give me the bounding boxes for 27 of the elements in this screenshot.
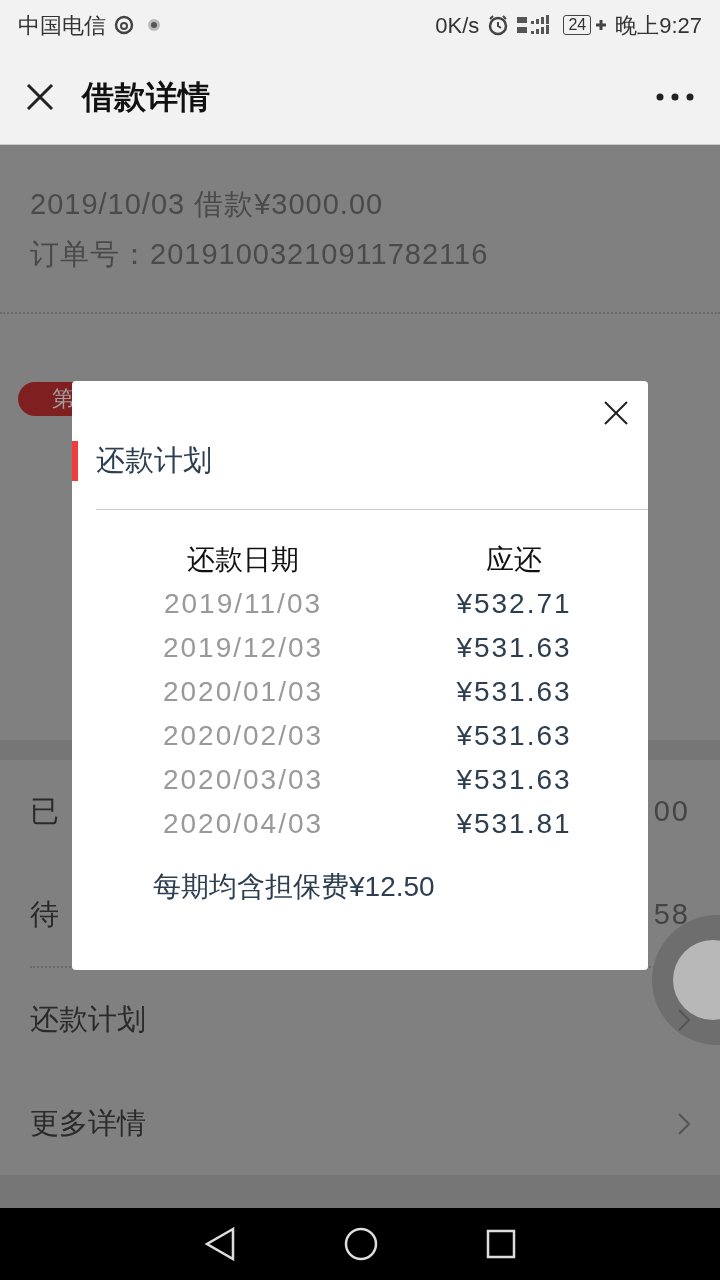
clock-time: 晚上9:27 — [615, 11, 702, 40]
fee-note: 每期均含担保费¥12.50 — [153, 871, 435, 902]
date-cell-text: 2020/03/03 — [161, 763, 325, 797]
list-link[interactable]: 还款计划 — [30, 968, 690, 1072]
carrier-name: 中国电信 — [18, 11, 106, 40]
date-cell-text: 2020/04/03 — [161, 807, 325, 841]
page-title: 借款详情 — [82, 78, 210, 117]
amount-cell-text: ¥531.63 — [455, 719, 573, 753]
amount-cell-text: ¥531.63 — [455, 763, 573, 797]
amount-cell-text: ¥531.81 — [455, 807, 573, 841]
row-label: 待 — [30, 897, 59, 933]
battery-level: 24 — [563, 15, 592, 35]
amount-cell-text: ¥531.63 — [455, 631, 573, 665]
column-header: 应还 — [485, 543, 543, 577]
date-cell-text: 2020/02/03 — [161, 719, 325, 753]
date-cell-text: 2020/01/03 — [161, 675, 325, 709]
network-speed: 0K/s — [435, 11, 480, 40]
date-cell-text: 2019/11/03 — [162, 587, 324, 621]
row-value: 00 — [653, 794, 690, 830]
column-header: 还款日期 — [186, 543, 300, 577]
amount-cell-text: ¥532.71 — [455, 587, 573, 621]
list-link[interactable]: 更多详情 — [30, 1072, 690, 1176]
dialog-title: 还款计划 — [96, 443, 212, 479]
row-value: 58 — [653, 897, 690, 933]
amount-cell-text: ¥531.63 — [455, 675, 573, 709]
date-cell-text: 2019/12/03 — [161, 631, 325, 665]
row-label: 已 — [30, 794, 59, 830]
